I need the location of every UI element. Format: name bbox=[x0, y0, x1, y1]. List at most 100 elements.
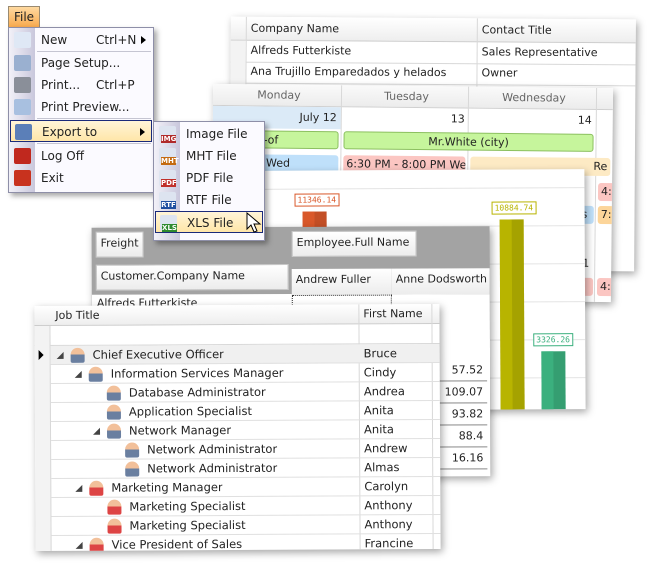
column-header-contact-title[interactable]: Contact Title bbox=[478, 20, 552, 41]
employee-icon bbox=[125, 442, 140, 458]
menu-item-print-preview[interactable]: Print Preview... bbox=[10, 96, 152, 118]
employee-icon bbox=[70, 347, 85, 363]
file-type-tag: IMG bbox=[161, 135, 177, 143]
job-title: Application Specialist bbox=[128, 403, 252, 419]
mht-file-icon: MHT bbox=[159, 148, 179, 165]
first-name: Cindy bbox=[363, 365, 397, 380]
column-field-employee[interactable]: Employee.Full Name bbox=[291, 230, 417, 257]
menu-separator bbox=[37, 118, 151, 119]
employee-icon bbox=[107, 518, 122, 534]
employee-icon bbox=[89, 537, 104, 552]
grid-cell[interactable]: Alfreds Futterkiste bbox=[247, 41, 352, 62]
first-name: Andrew bbox=[364, 441, 408, 456]
employee-icon bbox=[106, 404, 121, 420]
submenu-arrow-icon bbox=[140, 128, 145, 136]
pivot-cell[interactable]: 109.07 bbox=[437, 382, 488, 404]
job-title: Vice President of Sales bbox=[111, 536, 243, 552]
first-name: Anita bbox=[363, 403, 394, 418]
job-title: Network Administrator bbox=[147, 460, 278, 476]
tree-row[interactable]: Vice President of Sales Francine bbox=[51, 533, 441, 552]
date-label: 13 bbox=[450, 112, 465, 126]
grid-cell[interactable]: Owner bbox=[477, 63, 517, 83]
column-header-andrew-fuller[interactable]: Andrew Fuller bbox=[291, 268, 392, 295]
menu-item-export-to[interactable]: Export to bbox=[10, 120, 152, 142]
first-name: Francine bbox=[364, 536, 414, 551]
menu-item-label: RTF File bbox=[186, 193, 232, 207]
day-header-wednesday: Wednesday bbox=[502, 90, 566, 105]
menu-separator bbox=[37, 51, 151, 52]
img-file-icon: IMG bbox=[159, 126, 177, 143]
appointment[interactable]: 7: bbox=[597, 205, 614, 225]
filter-field-freight[interactable]: Freight bbox=[95, 231, 144, 258]
menu-item-log-off[interactable]: Log Off bbox=[10, 145, 152, 167]
day-header-tuesday: Tuesday bbox=[384, 89, 429, 104]
first-name: Andrea bbox=[363, 384, 405, 399]
employee-icon bbox=[107, 499, 122, 515]
submenu-arrow-icon bbox=[141, 36, 146, 44]
bar[interactable] bbox=[541, 350, 566, 410]
job-title: Marketing Specialist bbox=[129, 517, 246, 533]
bar[interactable] bbox=[499, 218, 525, 410]
employee-icon bbox=[125, 461, 140, 477]
menu-item-label: Exit bbox=[41, 171, 64, 185]
menu-item-exit[interactable]: Exit bbox=[10, 167, 152, 189]
file-menu-button[interactable]: File bbox=[8, 6, 40, 28]
gridline bbox=[239, 187, 585, 190]
job-title: Marketing Specialist bbox=[129, 498, 246, 514]
date-label: 14 bbox=[577, 113, 592, 127]
column-header-company-name[interactable]: Company Name bbox=[247, 19, 339, 40]
pivot-cell[interactable]: 93.82 bbox=[437, 404, 488, 426]
first-name: Carolyn bbox=[364, 479, 409, 494]
export-img-file[interactable]: IMG Image File bbox=[155, 123, 263, 145]
menu-separator bbox=[37, 143, 151, 144]
file-type-tag: XLS bbox=[162, 224, 177, 232]
first-name: Almas bbox=[364, 460, 400, 475]
menu-item-page-setup[interactable]: Page Setup... bbox=[10, 52, 152, 74]
job-title: Network Manager bbox=[128, 423, 232, 438]
appointment[interactable]: 4: bbox=[597, 182, 614, 202]
pivot-cell[interactable]: 57.52 bbox=[437, 360, 488, 382]
column-header-first-name[interactable]: First Name bbox=[359, 304, 422, 324]
file-type-tag: PDF bbox=[161, 179, 177, 187]
row-field-company[interactable]: Customer.Company Name bbox=[95, 264, 289, 291]
export-mht-file[interactable]: MHT MHT File bbox=[155, 145, 263, 167]
grid-cell[interactable]: Sales Representative bbox=[478, 42, 598, 63]
log-off-icon bbox=[14, 148, 31, 164]
menu-item-label: Log Off bbox=[41, 149, 84, 163]
collapse-icon[interactable] bbox=[75, 541, 83, 549]
day-header-monday: Monday bbox=[257, 88, 301, 102]
column-header-job-title[interactable]: Job Title bbox=[51, 306, 99, 326]
shortcut-label: Ctrl+N bbox=[96, 33, 137, 47]
job-title: Information Services Manager bbox=[110, 365, 284, 381]
first-name: Anita bbox=[363, 422, 394, 437]
column-header-anne-dodsworth[interactable]: Anne Dodsworth bbox=[391, 268, 490, 295]
data-label: 11346.14 bbox=[294, 193, 340, 208]
menu-item-print[interactable]: Print... Ctrl+P bbox=[10, 74, 152, 96]
pdf-file-icon: PDF bbox=[159, 170, 177, 187]
employee-icon bbox=[106, 385, 121, 401]
pivot-cell[interactable]: 16.16 bbox=[437, 448, 488, 470]
export-icon bbox=[15, 124, 32, 140]
menu-item-label: New bbox=[41, 33, 68, 47]
appointment[interactable]: Mr.White (city) bbox=[343, 131, 594, 152]
menu-item-new[interactable]: New Ctrl+N bbox=[10, 29, 152, 51]
export-pdf-file[interactable]: PDF PDF File bbox=[155, 167, 263, 189]
export-rtf-file[interactable]: RTF RTF File bbox=[155, 189, 263, 211]
appointment[interactable]: 4:3 bbox=[596, 277, 614, 297]
grid-cell[interactable]: Ana Trujillo Emparedados y helados bbox=[246, 62, 446, 83]
focused-row-indicator-icon bbox=[38, 350, 44, 361]
menu-item-label: XLS File bbox=[187, 216, 234, 230]
collapse-icon[interactable] bbox=[75, 484, 83, 492]
data-label: 10884.74 bbox=[491, 200, 537, 215]
xls-file-icon: XLS bbox=[160, 215, 177, 232]
collapse-icon[interactable] bbox=[74, 370, 82, 378]
menu-item-label: Print Preview... bbox=[41, 100, 130, 114]
first-name: Anthony bbox=[364, 517, 413, 532]
collapse-icon[interactable] bbox=[56, 351, 64, 359]
menu-item-label: Page Setup... bbox=[41, 56, 121, 70]
employee-icon bbox=[106, 423, 122, 439]
pivot-cell[interactable]: 88.4 bbox=[437, 426, 488, 448]
collapse-icon[interactable] bbox=[92, 427, 101, 435]
job-title: Network Administrator bbox=[147, 441, 278, 457]
data-label: 3326.26 bbox=[533, 332, 574, 347]
